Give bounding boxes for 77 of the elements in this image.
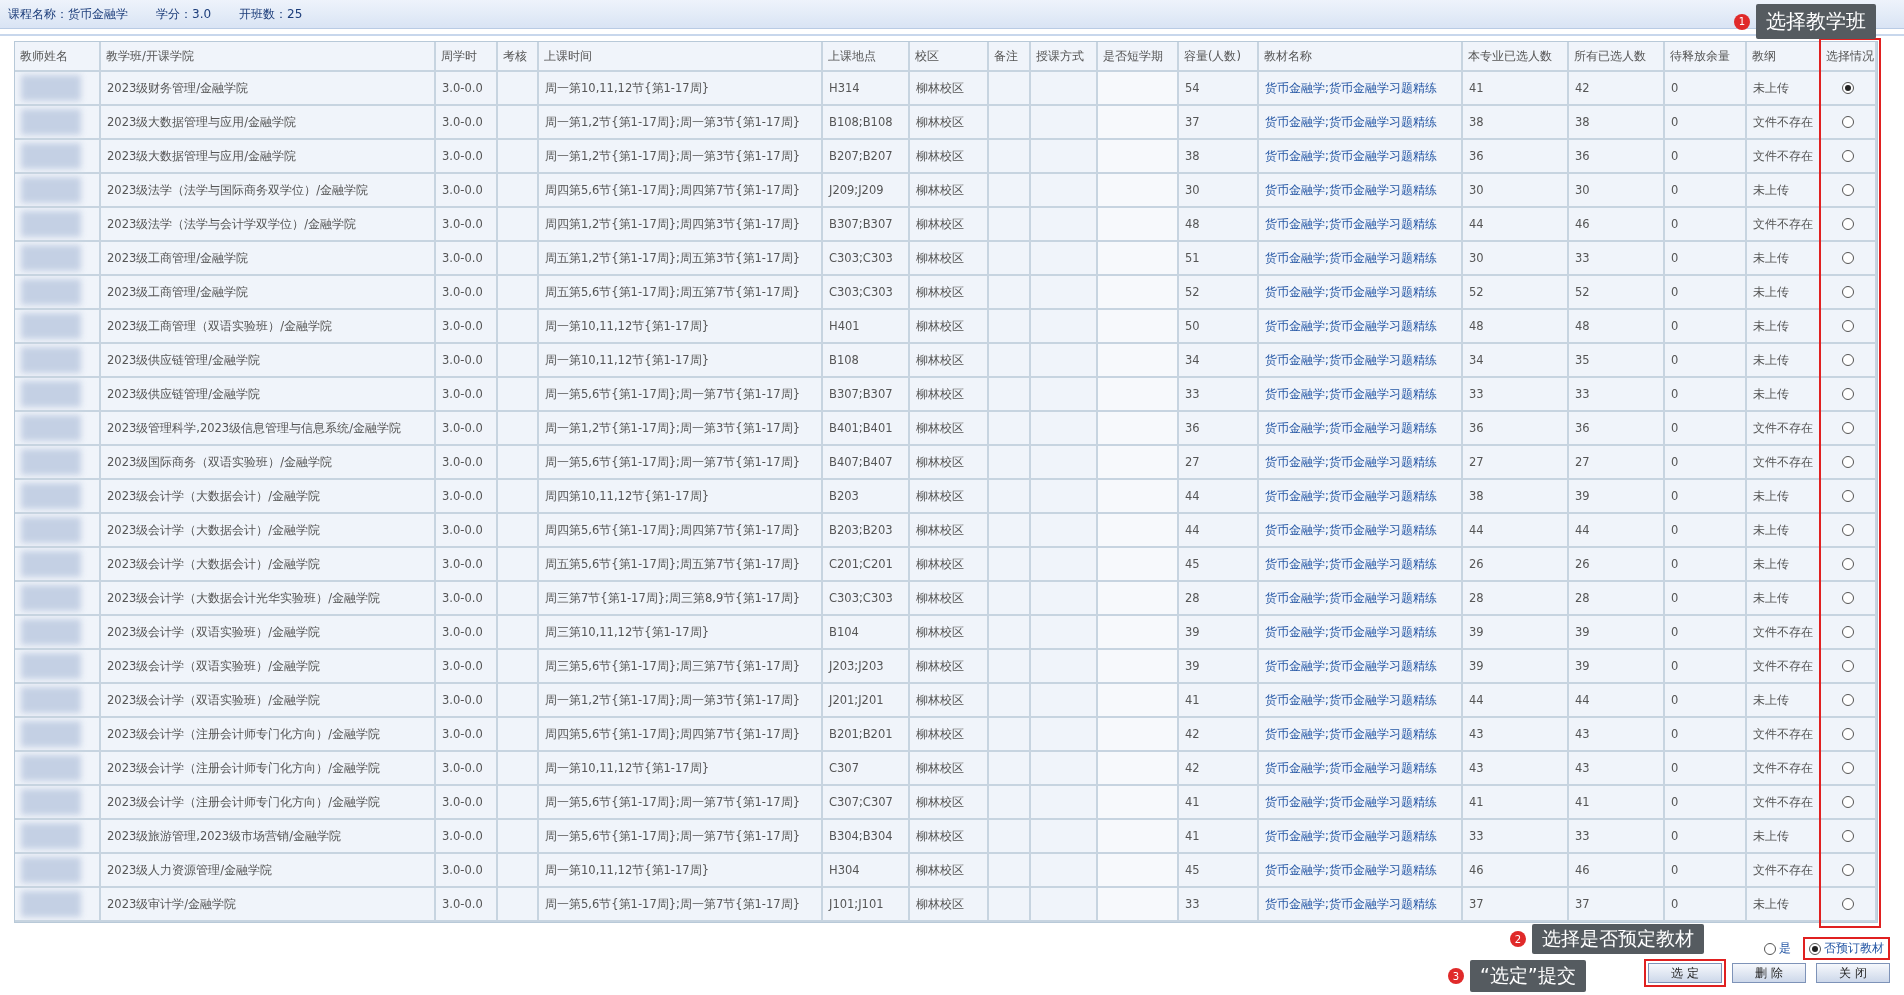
blurred-name <box>21 721 81 747</box>
select-radio[interactable] <box>1842 422 1854 434</box>
select-radio[interactable] <box>1842 490 1854 502</box>
blurred-name <box>21 415 81 441</box>
select-radio[interactable] <box>1842 184 1854 196</box>
select-radio[interactable] <box>1842 320 1854 332</box>
option-radio[interactable] <box>1809 942 1821 955</box>
select-radio[interactable] <box>1842 660 1854 672</box>
table-cell: 柳林校区 <box>910 888 989 922</box>
blurred-name <box>21 279 81 305</box>
blurred-name <box>21 347 81 373</box>
select-radio[interactable] <box>1842 796 1854 808</box>
select-radio[interactable] <box>1842 864 1854 876</box>
select-radio[interactable] <box>1842 150 1854 162</box>
select-radio[interactable] <box>1842 694 1854 706</box>
blurred-name <box>21 687 81 713</box>
table-cell: 周一第5,6节{第1-17周};周一第7节{第1-17周} <box>539 888 823 922</box>
blurred-name <box>21 789 81 815</box>
table-cell: 未上传 <box>1747 888 1821 922</box>
blurred-name <box>21 143 81 169</box>
blurred-name <box>21 857 81 883</box>
blurred-name <box>21 381 81 407</box>
select-radio[interactable] <box>1842 286 1854 298</box>
select-radio[interactable] <box>1842 116 1854 128</box>
step-number-badge: 2 <box>1510 931 1526 947</box>
blurred-name <box>21 551 81 577</box>
table-cell: 37 <box>1463 888 1569 922</box>
action-button[interactable]: 删 除 <box>1732 963 1806 983</box>
blurred-name <box>21 755 81 781</box>
select-radio[interactable] <box>1842 558 1854 570</box>
select-radio[interactable] <box>1842 592 1854 604</box>
option-label: 否预订教材 <box>1824 941 1884 956</box>
blurred-name <box>21 245 81 271</box>
select-radio[interactable] <box>1842 252 1854 264</box>
select-radio[interactable] <box>1842 898 1854 910</box>
blurred-name <box>21 585 81 611</box>
select-radio[interactable] <box>1842 830 1854 842</box>
blurred-name <box>21 619 81 645</box>
table-cell: 37 <box>1569 888 1665 922</box>
select-radio[interactable] <box>1842 218 1854 230</box>
blurred-name <box>21 177 81 203</box>
blurred-name <box>21 449 81 475</box>
select-radio[interactable] <box>1842 762 1854 774</box>
textbook-order-option[interactable]: 是 <box>1758 937 1797 960</box>
select-radio[interactable] <box>1842 626 1854 638</box>
blurred-name <box>21 109 81 135</box>
table-cell: 2023级审计学/金融学院 <box>101 888 436 922</box>
textbook-order-option[interactable]: 否预订教材 <box>1803 937 1890 960</box>
table-cell: 3.0-0.0 <box>436 888 498 922</box>
callout-label: 选择是否预定教材 <box>1532 924 1704 954</box>
select-radio[interactable] <box>1842 728 1854 740</box>
select-radio[interactable] <box>1842 456 1854 468</box>
textbook-link[interactable]: 货币金融学;货币金融学习题精练 <box>1259 888 1463 922</box>
course-info-text: 课程名称：货币金融学 <box>8 5 128 23</box>
step-number-badge: 3 <box>1448 968 1464 984</box>
blurred-name <box>21 75 81 101</box>
blurred-name <box>21 211 81 237</box>
blurred-name <box>21 517 81 543</box>
select-radio[interactable] <box>1842 82 1854 94</box>
callout-label: 选择教学班 <box>1756 4 1876 39</box>
table-cell: 33 <box>1179 888 1259 922</box>
blurred-name <box>21 891 81 917</box>
blurred-name <box>21 483 81 509</box>
blurred-name <box>21 653 81 679</box>
table-cell: 0 <box>1665 888 1747 922</box>
select-radio[interactable] <box>1842 524 1854 536</box>
table-cell: J101;J101 <box>823 888 910 922</box>
select-radio[interactable] <box>1842 388 1854 400</box>
callout-label: “选定”提交 <box>1470 960 1586 992</box>
action-button[interactable]: 关 闭 <box>1816 963 1890 983</box>
blurred-name <box>21 823 81 849</box>
option-label: 是 <box>1779 941 1791 956</box>
select-radio[interactable] <box>1842 354 1854 366</box>
blurred-name <box>21 313 81 339</box>
course-info-text: 开班数：25 <box>239 5 303 23</box>
course-info-text: 学分：3.0 <box>156 5 212 23</box>
option-radio[interactable] <box>1764 942 1776 955</box>
